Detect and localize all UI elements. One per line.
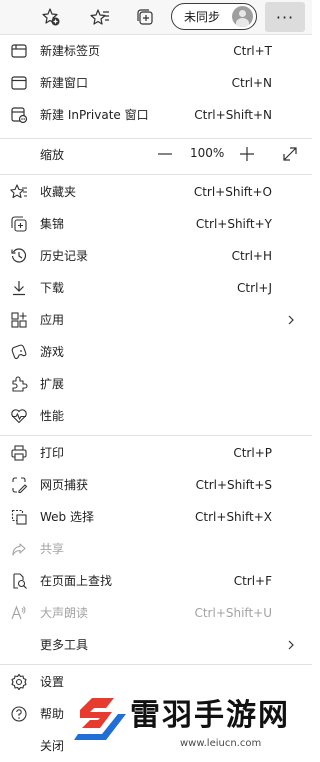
- help-icon: [10, 705, 28, 723]
- more-icon: ···: [275, 7, 295, 27]
- menu-item-games[interactable]: 游戏: [0, 336, 312, 368]
- find-on-page-icon: [10, 572, 28, 590]
- menu-item-label: 关闭: [40, 739, 65, 753]
- zoom-label: 缩放: [40, 148, 65, 162]
- web-select-icon: [10, 508, 28, 526]
- menu-item-label: 设置: [40, 675, 65, 689]
- watermark-logo-icon: [74, 698, 126, 740]
- profile-button[interactable]: 未同步: [171, 3, 257, 30]
- new-window-icon: [10, 74, 28, 92]
- performance-icon: [10, 407, 28, 425]
- menu-item-label: 网页捕获: [40, 478, 89, 492]
- menu-item-web-select[interactable]: Web 选择 Ctrl+Shift+X: [0, 501, 312, 533]
- menu-item-label: 打印: [40, 446, 65, 460]
- print-icon: [10, 444, 28, 462]
- menu-item-shortcut: Ctrl+Shift+N: [194, 108, 272, 122]
- menu-item-new-window[interactable]: 新建窗口 Ctrl+N: [0, 67, 312, 99]
- collections-icon[interactable]: [134, 6, 156, 28]
- menu-item-new-inprivate[interactable]: 新建 InPrivate 窗口 Ctrl+Shift+N: [0, 99, 312, 131]
- menu-item-shortcut: Ctrl+F: [233, 574, 272, 588]
- menu-item-collections[interactable]: 集锦 Ctrl+Shift+Y: [0, 208, 312, 240]
- menu-item-history[interactable]: 历史记录 Ctrl+H: [0, 240, 312, 272]
- menu-item-print[interactable]: 打印 Ctrl+P: [0, 437, 312, 469]
- menu-item-performance[interactable]: 性能: [0, 400, 312, 432]
- download-icon: [10, 279, 28, 297]
- inprivate-icon: [10, 106, 28, 124]
- menu-item-share: 共享: [0, 533, 312, 565]
- menu-divider: [0, 435, 312, 436]
- menu-divider: [0, 174, 312, 175]
- menu-item-downloads[interactable]: 下载 Ctrl+J: [0, 272, 312, 304]
- menu-item-favorites[interactable]: 收藏夹 Ctrl+Shift+O: [0, 176, 312, 208]
- games-icon: [10, 343, 28, 361]
- history-icon: [10, 247, 28, 265]
- menu-item-shortcut: Ctrl+Shift+X: [195, 510, 272, 524]
- favorites-icon: [10, 183, 28, 201]
- watermark-url: www.leiucn.com: [180, 738, 262, 749]
- menu-item-label: 在页面上查找: [40, 574, 113, 588]
- avatar: [232, 6, 253, 27]
- apps-icon: [10, 311, 28, 329]
- more-button[interactable]: ···: [265, 2, 305, 32]
- extensions-icon: [10, 375, 28, 393]
- fullscreen-button[interactable]: [281, 145, 299, 163]
- menu-item-shortcut: Ctrl+H: [231, 249, 272, 263]
- menu-item-shortcut: Ctrl+Shift+Y: [195, 217, 272, 231]
- menu-item-label: 新建 InPrivate 窗口: [40, 108, 149, 122]
- zoom-in-button[interactable]: [238, 145, 256, 163]
- menu-item-label: 应用: [40, 313, 65, 327]
- menu-item-label: 游戏: [40, 345, 65, 359]
- zoom-out-button[interactable]: [156, 145, 174, 163]
- profile-sync-status: 未同步: [184, 10, 221, 24]
- menu-item-more-tools[interactable]: 更多工具: [0, 629, 312, 661]
- menu-item-label: 扩展: [40, 377, 65, 391]
- menu-item-find[interactable]: 在页面上查找 Ctrl+F: [0, 565, 312, 597]
- menu-item-label: 性能: [40, 409, 65, 423]
- menu-item-apps[interactable]: 应用: [0, 304, 312, 336]
- chevron-right-icon: [288, 315, 294, 325]
- menu-item-new-tab[interactable]: 新建标签页 Ctrl+T: [0, 35, 312, 67]
- menu-item-label: 新建窗口: [40, 76, 89, 90]
- menu-item-shortcut: Ctrl+Shift+S: [195, 478, 272, 492]
- menu-item-label: 下载: [40, 281, 65, 295]
- menu-item-label: 共享: [40, 542, 65, 556]
- menu-item-shortcut: Ctrl+T: [233, 44, 272, 58]
- favorites-icon[interactable]: [89, 6, 111, 28]
- menu-item-label: 新建标签页: [40, 44, 101, 58]
- menu-item-label: Web 选择: [40, 510, 94, 524]
- menu-item-shortcut: Ctrl+P: [233, 446, 272, 460]
- web-capture-icon: [10, 476, 28, 494]
- menu-item-label: 大声朗读: [40, 606, 89, 620]
- collections-icon: [10, 215, 28, 233]
- menu-item-label: 帮助: [40, 707, 65, 721]
- gear-icon: [10, 673, 28, 691]
- browser-toolbar: 未同步 ···: [0, 0, 312, 35]
- new-tab-icon: [10, 42, 28, 60]
- zoom-value: 100%: [190, 146, 225, 160]
- menu-item-label: 更多工具: [40, 638, 89, 652]
- menu-item-read-aloud: 大声朗读 Ctrl+Shift+U: [0, 597, 312, 629]
- menu-divider: [0, 664, 312, 665]
- menu-item-label: 收藏夹: [40, 185, 77, 199]
- menu-item-shortcut: Ctrl+J: [237, 281, 272, 295]
- zoom-row: 缩放 100%: [0, 137, 312, 171]
- watermark-title: 雷羽手游网: [130, 698, 290, 733]
- menu-item-shortcut: Ctrl+N: [231, 76, 272, 90]
- favorites-add-icon[interactable]: [40, 6, 62, 28]
- chevron-right-icon: [288, 640, 294, 650]
- share-icon: [10, 540, 28, 558]
- menu-item-web-capture[interactable]: 网页捕获 Ctrl+Shift+S: [0, 469, 312, 501]
- read-aloud-icon: [10, 604, 28, 622]
- menu-item-shortcut: Ctrl+Shift+O: [193, 185, 272, 199]
- menu-item-shortcut: Ctrl+Shift+U: [194, 606, 272, 620]
- menu-item-extensions[interactable]: 扩展: [0, 368, 312, 400]
- watermark: 雷羽手游网 www.leiucn.com: [70, 686, 312, 754]
- menu-item-label: 历史记录: [40, 249, 89, 263]
- menu-item-label: 集锦: [40, 217, 65, 231]
